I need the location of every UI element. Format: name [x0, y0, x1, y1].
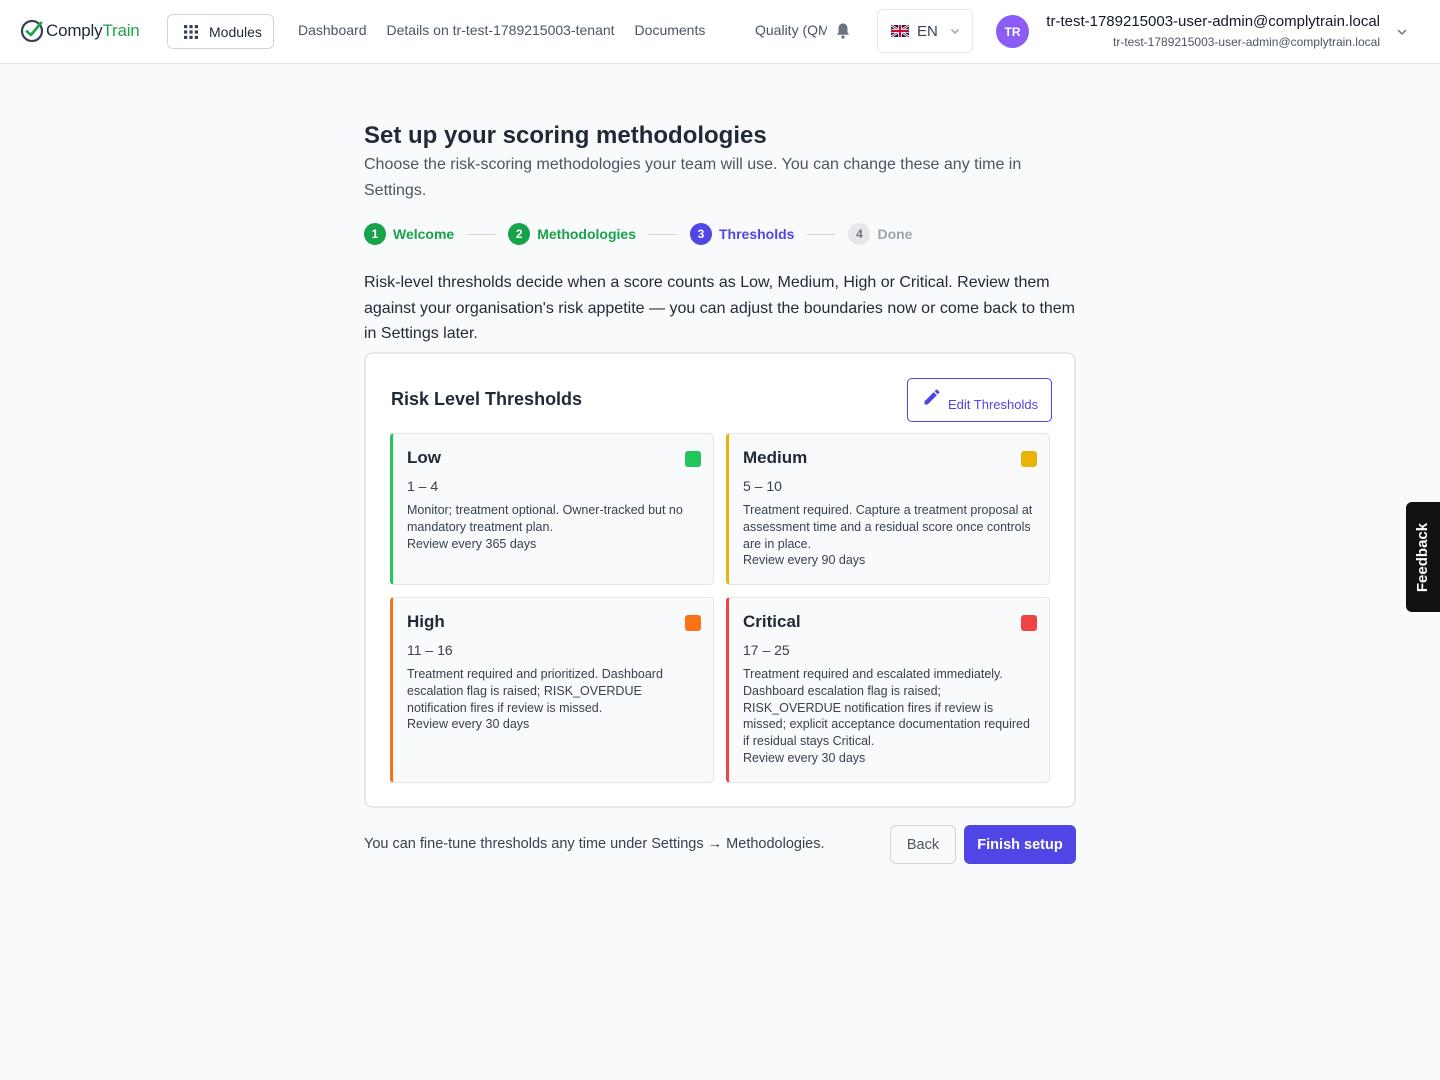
setup-wizard: Set up your scoring methodologies Choose…: [364, 120, 1076, 864]
wizard-stepper: 1 Welcome 2 Methodologies 3 Thresholds 4…: [364, 222, 1076, 246]
level-range: 1 – 4: [407, 478, 439, 494]
level-card-high: High 11 – 16 Treatment required and prio…: [390, 597, 714, 783]
page-subtitle: Choose the risk-scoring methodologies yo…: [364, 156, 1022, 199]
level-name: Medium: [743, 448, 808, 467]
step-label: Done: [877, 226, 913, 242]
avatar[interactable]: TR: [996, 15, 1029, 48]
user-menu-chevron-icon[interactable]: [1396, 26, 1408, 38]
modules-button[interactable]: Modules: [167, 14, 274, 49]
logo-text-train: Train: [102, 21, 140, 40]
back-button[interactable]: Back: [890, 825, 956, 864]
footer-note: You can fine-tune thresholds any time un…: [364, 836, 825, 852]
grid-icon: [184, 24, 198, 39]
level-range: 17 – 25: [743, 642, 790, 658]
level-color-swatch: [1021, 451, 1037, 467]
step-thresholds[interactable]: 3 Thresholds: [690, 223, 794, 245]
nav-documents[interactable]: Documents: [635, 22, 706, 42]
thresholds-card: Risk Level Thresholds Edit Thresholds Lo…: [364, 352, 1076, 808]
pencil-icon: [924, 389, 940, 405]
top-navigation-bar: ComplyTrain Modules Dashboard Details on…: [0, 0, 1440, 64]
step-label: Welcome: [393, 226, 455, 242]
step-number: 1: [364, 223, 386, 245]
complytrain-logo[interactable]: ComplyTrain: [20, 18, 140, 44]
finish-setup-button[interactable]: Finish setup: [964, 825, 1076, 864]
level-card-critical: Critical 17 – 25 Treatment required and …: [726, 597, 1050, 783]
level-review: Review every 90 days: [743, 553, 866, 568]
card-title: Risk Level Thresholds: [391, 389, 583, 409]
level-description: Treatment required and escalated immedia…: [743, 667, 1030, 749]
level-color-swatch: [685, 615, 701, 631]
uk-flag-icon: [891, 25, 909, 37]
intro-text: Risk-level thresholds decide when a scor…: [364, 274, 1076, 342]
nav-tenant-details[interactable]: Details on tr-test-1789215003-tenant: [387, 22, 615, 42]
main-nav: Dashboard Details on tr-test-1789215003-…: [298, 22, 725, 42]
check-circle-icon: [20, 19, 44, 43]
step-connector: [649, 233, 677, 235]
level-range: 11 – 16: [407, 642, 453, 658]
level-review: Review every 30 days: [407, 717, 530, 732]
user-name: tr-test-1789215003-user-admin@complytrai…: [1046, 13, 1380, 30]
edit-thresholds-button[interactable]: Edit Thresholds: [907, 378, 1052, 422]
level-card-medium: Medium 5 – 10 Treatment required. Captur…: [726, 433, 1050, 585]
step-label: Thresholds: [719, 226, 795, 242]
step-welcome[interactable]: 1 Welcome: [364, 223, 454, 245]
level-range: 5 – 10: [743, 478, 782, 494]
step-number: 4: [848, 223, 871, 245]
level-description: Treatment required. Capture a treatment …: [743, 503, 1033, 551]
edit-thresholds-label: Edit Thresholds: [948, 397, 1039, 412]
step-number: 2: [508, 223, 531, 245]
step-connector: [467, 233, 496, 235]
level-color-swatch: [1021, 615, 1037, 631]
step-connector: [807, 233, 836, 235]
level-color-swatch: [685, 451, 701, 467]
nav-quality[interactable]: Quality (QMS): [755, 22, 827, 42]
bell-icon[interactable]: [834, 22, 852, 40]
user-email: tr-test-1789215003-user-admin@complytrai…: [1113, 35, 1380, 49]
step-number: 3: [690, 223, 712, 245]
level-description: Treatment required and prioritized. Dash…: [407, 667, 663, 715]
level-review: Review every 30 days: [743, 750, 866, 765]
step-done: 4 Done: [848, 223, 912, 245]
language-selector[interactable]: EN: [877, 9, 973, 53]
language-code: EN: [917, 22, 938, 40]
level-review: Review every 365 days: [407, 536, 537, 551]
logo-text-comply: Comply: [46, 21, 103, 40]
chevron-down-icon: [950, 28, 959, 35]
feedback-tab[interactable]: Feedback: [1406, 502, 1440, 612]
level-name: High: [407, 612, 445, 631]
step-methodologies[interactable]: 2 Methodologies: [508, 223, 636, 245]
level-card-low: Low 1 – 4 Monitor; treatment optional. O…: [390, 433, 714, 585]
page-title: Set up your scoring methodologies: [364, 122, 767, 149]
modules-label: Modules: [209, 23, 262, 40]
level-name: Critical: [743, 612, 801, 631]
level-name: Low: [407, 448, 441, 467]
level-description: Monitor; treatment optional. Owner-track…: [407, 503, 683, 534]
feedback-label: Feedback: [1414, 522, 1432, 592]
nav-dashboard[interactable]: Dashboard: [298, 22, 367, 42]
step-label: Methodologies: [537, 226, 636, 242]
